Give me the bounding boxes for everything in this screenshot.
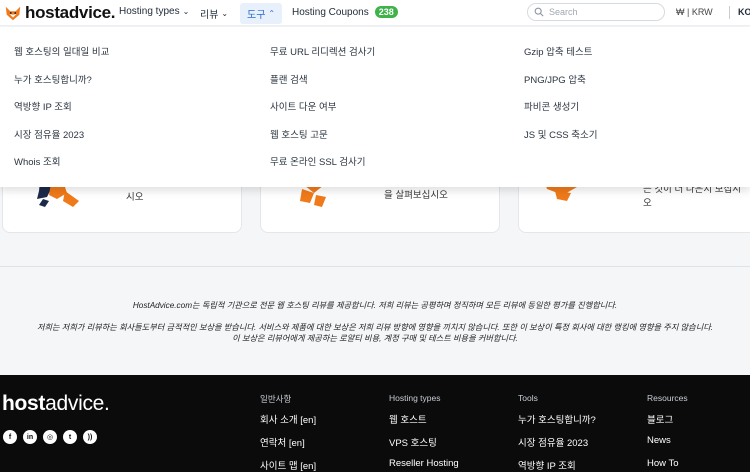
site-footer: hostadvice. f in ◎ t )) 일반사항 회사 소개 [en] … (0, 375, 750, 472)
dropdown-column-2: 무료 URL 리디렉션 검사기 플랜 검색 사이트 다운 여부 웹 호스팅 고문… (270, 44, 375, 182)
footer-column-resources: Resources 블로그 News How To (647, 393, 688, 472)
header-divider (729, 6, 730, 19)
fox-logo-icon (5, 6, 21, 21)
tool-link-site-down[interactable]: 사이트 다운 여부 (270, 99, 375, 127)
dropdown-column-3: Gzip 압축 테스트 PNG/JPG 압축 파비콘 생성기 JS 및 CSS … (524, 44, 598, 154)
tool-link-hosting-comparison[interactable]: 웹 호스팅의 일대일 비교 (14, 44, 109, 72)
card-1-line-2: 시오 (126, 192, 144, 203)
tool-link-hosting-advisor[interactable]: 웹 호스팅 고문 (270, 127, 375, 155)
card-2-description: 을 살펴보십시오 (384, 189, 448, 203)
tool-link-favicon-generator[interactable]: 파비콘 생성기 (524, 99, 598, 127)
tool-link-gzip-test[interactable]: Gzip 압축 테스트 (524, 44, 598, 72)
search-icon (534, 7, 544, 17)
footer-logo-host: host (2, 392, 46, 415)
tool-link-url-redirect-checker[interactable]: 무료 URL 리디렉션 검사기 (270, 44, 375, 72)
chevron-up-icon: ⌃ (268, 9, 276, 18)
footer-link-news[interactable]: News (647, 435, 688, 458)
top-navbar: hostadvice. Hosting types ⌄ 리뷰 ⌄ 도구 ⌃ Ho… (0, 0, 750, 26)
footer-link-contact[interactable]: 연락처 [en] (260, 435, 316, 458)
facebook-icon[interactable]: f (3, 430, 17, 444)
tool-link-plan-search[interactable]: 플랜 검색 (270, 72, 375, 100)
search-box[interactable] (527, 3, 665, 21)
footer-heading-resources: Resources (647, 393, 688, 403)
footer-column-tools: Tools 누가 호스팅합니까? 시장 점유율 2023 역방향 IP 조회 (518, 393, 596, 472)
footer-column-general: 일반사항 회사 소개 [en] 연락처 [en] 사이트 맵 [en] (260, 393, 316, 472)
footer-link-reseller-hosting[interactable]: Reseller Hosting (389, 458, 459, 472)
card-2-line-1: 을 살펴보십시오 (384, 190, 448, 201)
nav-tools-label: 도구 (247, 10, 266, 21)
twitter-icon[interactable]: t (63, 430, 77, 444)
coupon-count-badge: 238 (374, 6, 398, 18)
nav-hosting-types[interactable]: Hosting types ⌄ (119, 6, 189, 17)
footer-logo[interactable]: hostadvice. (2, 392, 110, 416)
tool-link-ssl-checker[interactable]: 무료 온라인 SSL 검사기 (270, 154, 375, 182)
nav-reviews[interactable]: 리뷰 ⌄ (200, 6, 228, 21)
footer-heading-hosting-types: Hosting types (389, 393, 441, 403)
tool-link-whois[interactable]: Whois 조회 (14, 154, 109, 182)
footer-link-how-to[interactable]: How To (647, 458, 688, 472)
tool-link-market-share[interactable]: 시장 점유율 2023 (14, 127, 109, 155)
footer-heading-general: 일반사항 (260, 394, 292, 404)
rss-icon[interactable]: )) (83, 430, 97, 444)
section-divider (0, 266, 750, 267)
nav-reviews-label: 리뷰 (200, 10, 219, 21)
footer-link-market-share[interactable]: 시장 점유율 2023 (518, 435, 596, 458)
footer-logo-advice: advice. (45, 392, 110, 415)
currency-selector[interactable]: ₩ | KRW (676, 7, 713, 17)
footer-link-about[interactable]: 회사 소개 [en] (260, 412, 316, 435)
card-3-line-2: 오 (643, 198, 652, 209)
chevron-down-icon: ⌄ (182, 7, 190, 16)
footer-link-blog[interactable]: 블로그 (647, 412, 688, 435)
tool-link-who-is-hosting[interactable]: 누가 호스팅합니까? (14, 72, 109, 100)
footer-heading-tools: Tools (518, 393, 538, 403)
chevron-down-icon: ⌄ (221, 9, 229, 18)
tools-dropdown-menu: 웹 호스팅의 일대일 비교 누가 호스팅합니까? 역방향 IP 조회 시장 점유… (0, 27, 750, 187)
disclaimer-line-1: HostAdvice.com는 독립적 기관으로 전문 웹 호스팅 리뷰를 제공… (132, 301, 618, 310)
logo-text: hostadvice. (25, 3, 116, 22)
footer-link-who-is-hosting[interactable]: 누가 호스팅합니까? (518, 412, 596, 435)
tool-link-js-css-minifier[interactable]: JS 및 CSS 축소기 (524, 127, 598, 155)
nav-hosting-coupons-label: Hosting Coupons (292, 6, 369, 18)
disclaimer-line-3: 이 보상은 리뷰어에게 제공하는 로얄티 비용, 계정 구매 및 테스트 비용을… (232, 334, 518, 343)
tool-link-image-compression[interactable]: PNG/JPG 압축 (524, 72, 598, 100)
nav-hosting-types-label: Hosting types (119, 6, 180, 17)
search-input[interactable] (549, 7, 659, 17)
site-logo[interactable]: hostadvice. (4, 3, 116, 23)
instagram-icon[interactable]: ◎ (43, 430, 57, 444)
footer-link-web-hosting[interactable]: 웹 호스트 (389, 412, 459, 435)
linkedin-icon[interactable]: in (23, 430, 37, 444)
card-3-description: 는 것이 더 나은지 보십시 오 (643, 183, 741, 211)
footer-link-reverse-ip[interactable]: 역방향 IP 조회 (518, 458, 596, 472)
nav-tools[interactable]: 도구 ⌃ (240, 3, 283, 24)
footer-column-hosting-types: Hosting types 웹 호스트 VPS 호스팅 Reseller Hos… (389, 393, 459, 472)
footer-link-sitemap[interactable]: 사이트 맵 [en] (260, 458, 316, 472)
social-links: f in ◎ t )) (3, 430, 97, 444)
tool-link-reverse-ip[interactable]: 역방향 IP 조회 (14, 99, 109, 127)
nav-hosting-coupons[interactable]: Hosting Coupons 238 (292, 6, 398, 18)
footer-link-vps-hosting[interactable]: VPS 호스팅 (389, 435, 459, 458)
dropdown-column-1: 웹 호스팅의 일대일 비교 누가 호스팅합니까? 역방향 IP 조회 시장 점유… (14, 44, 109, 182)
language-selector[interactable]: KO (738, 7, 750, 17)
